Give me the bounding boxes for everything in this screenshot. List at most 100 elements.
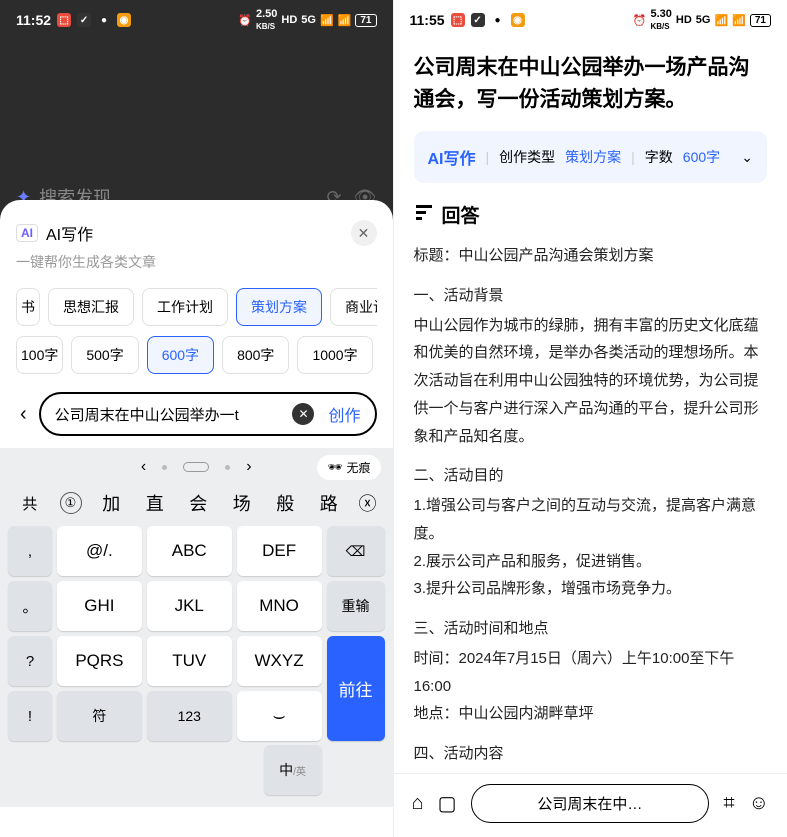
candidate-delete[interactable]: ⓧ — [351, 490, 385, 516]
app-icon-1: ⬚ — [57, 13, 71, 27]
type-chip[interactable]: 商业计划 — [330, 288, 377, 326]
type-chip[interactable]: 书 — [16, 288, 40, 326]
alarm-icon: ⏰ — [633, 14, 647, 27]
candidate[interactable]: 直 — [133, 490, 177, 516]
create-button[interactable]: 创作 — [320, 402, 368, 426]
prompt-text: 公司周末在中山公园举办一t — [55, 404, 287, 425]
kb-key[interactable]: GHI — [57, 581, 142, 631]
app-icon-2: ✓ — [77, 13, 91, 27]
kb-key[interactable]: JKL — [147, 581, 232, 631]
kb-dot — [225, 465, 230, 470]
candidate[interactable]: ① — [60, 492, 82, 514]
kb-left-icon[interactable]: ‹ — [141, 458, 146, 476]
card-type-value: 策划方案 — [565, 147, 621, 167]
kb-dot — [162, 465, 167, 470]
home-icon[interactable]: ⌂ — [412, 792, 424, 815]
card-type-label: 创作类型 — [499, 147, 555, 167]
candidate[interactable]: 加 — [90, 490, 134, 516]
kb-side-question[interactable]: ? — [8, 636, 52, 686]
kb-lang[interactable]: 中/英 — [264, 745, 322, 795]
status-bar: 11:55 ⬚ ✓ ● ◉ ⏰ 5.30KB/S HD 5G 📶 📶 71 — [394, 0, 787, 40]
incognito-toggle[interactable]: 🕶 无痕 — [317, 455, 380, 480]
result-content: 公司周末在中山公园举办一场产品沟通会，写一份活动策划方案。 AI写作 | 创作类… — [394, 40, 787, 837]
ai-card[interactable]: AI写作 | 创作类型 策划方案 | 字数 600字 ⌄ — [414, 131, 768, 183]
ai-logo: AI写作 — [428, 145, 476, 169]
chevron-down-icon[interactable]: ⌄ — [741, 149, 753, 166]
status-bar: 11:52 ⬚ ✓ ● ◉ ⏰ 2.50KB/S HD 5G 📶 📶 71 — [0, 0, 393, 40]
card-words-value: 600字 — [683, 147, 720, 167]
sheet-title: AI写作 — [46, 221, 93, 245]
signal-label: 5G — [301, 14, 316, 26]
word-chip-row: 100字 500字 600字 800字 1000字 — [16, 336, 377, 374]
candidate-row: 共 ① 加 直 会 场 般 路 ⓧ — [4, 484, 389, 522]
battery: 71 — [355, 14, 376, 27]
kb-key[interactable]: WXYZ — [237, 636, 322, 686]
signal-icon: 📶 — [320, 14, 334, 27]
kb-key[interactable]: TUV — [147, 636, 232, 686]
phone-left: 11:52 ⬚ ✓ ● ◉ ⏰ 2.50KB/S HD 5G 📶 📶 71 ✦ … — [0, 0, 394, 837]
hd-icon: HD — [281, 14, 297, 26]
status-time: 11:52 — [16, 12, 51, 28]
card-words-label: 字数 — [645, 147, 673, 167]
kb-key[interactable]: PQRS — [57, 636, 142, 686]
back-icon[interactable]: ‹ — [16, 403, 31, 426]
nav-search-pill[interactable]: 公司周末在中… — [471, 784, 710, 823]
type-chip[interactable]: 策划方案 — [236, 288, 322, 326]
candidate[interactable]: 会 — [177, 490, 221, 516]
app-icon-1: ⬚ — [451, 13, 465, 27]
kb-go-button[interactable]: 前往 — [327, 636, 385, 741]
mask-icon: 🕶 — [327, 460, 342, 474]
ai-writing-sheet: AI AI写作 ✕ 一键帮你生成各类文章 书 思想汇报 工作计划 策划方案 商业… — [0, 200, 393, 448]
kb-side-period[interactable]: 。 — [8, 581, 52, 631]
kb-numbers[interactable]: 123 — [147, 691, 232, 741]
app-icon-4: ◉ — [117, 13, 131, 27]
kb-key[interactable]: @/. — [57, 526, 142, 576]
apps-icon[interactable]: ⌗ — [723, 792, 734, 815]
kb-key[interactable]: MNO — [237, 581, 322, 631]
signal-label: 5G — [696, 14, 711, 26]
word-chip[interactable]: 500字 — [71, 336, 138, 374]
answer-body: 标题：中山公园产品沟通会策划方案 一、活动背景 中山公园作为城市的绿肺，拥有丰富… — [414, 242, 768, 837]
answer-icon — [414, 202, 434, 228]
kb-backspace[interactable]: ⌫ — [327, 526, 385, 576]
kb-side-comma[interactable]: , — [8, 526, 52, 576]
clear-icon[interactable]: ✕ — [292, 403, 314, 425]
kb-right-icon[interactable]: › — [246, 458, 251, 476]
kb-space[interactable]: ⌣ — [237, 691, 322, 741]
word-chip[interactable]: 600字 — [147, 336, 214, 374]
ghost-icon[interactable]: ☺ — [749, 792, 769, 815]
keyboard: ‹ › 🕶 无痕 共 ① 加 直 会 场 般 路 ⓧ , @/. — [0, 448, 393, 807]
kb-symbol[interactable]: 符 — [57, 691, 142, 741]
dark-backdrop: ✦ 搜索发现 ⟳ 👁 — [0, 40, 393, 220]
kb-side-exclaim[interactable]: ! — [8, 691, 52, 741]
candidate[interactable]: 共 — [8, 493, 52, 514]
type-chip[interactable]: 工作计划 — [142, 288, 228, 326]
candidate[interactable]: 路 — [307, 490, 351, 516]
candidate[interactable]: 般 — [264, 490, 308, 516]
app-icon-3: ● — [97, 13, 111, 27]
bottom-nav: ⌂ ▢ 公司周末在中… ⌗ ☺ — [394, 773, 787, 837]
kb-key[interactable]: ABC — [147, 526, 232, 576]
kb-pill[interactable] — [183, 462, 209, 472]
kb-key[interactable]: DEF — [237, 526, 322, 576]
phone-right: 11:55 ⬚ ✓ ● ◉ ⏰ 5.30KB/S HD 5G 📶 📶 71 公司… — [394, 0, 787, 837]
answer-heading: 回答 — [414, 201, 768, 228]
app-icon-3: ● — [491, 13, 505, 27]
input-bar: ‹ 公司周末在中山公园举办一t ✕ 创作 — [16, 392, 377, 436]
app-icon-4: ◉ — [511, 13, 525, 27]
tabs-icon[interactable]: ▢ — [438, 791, 457, 816]
word-chip[interactable]: 100字 — [16, 336, 63, 374]
candidate[interactable]: 场 — [220, 490, 264, 516]
query-title: 公司周末在中山公园举办一场产品沟通会，写一份活动策划方案。 — [414, 52, 768, 115]
kb-reinput[interactable]: 重输 — [327, 581, 385, 631]
prompt-input[interactable]: 公司周末在中山公园举办一t ✕ 创作 — [39, 392, 377, 436]
wifi-icon: 📶 — [338, 14, 352, 27]
type-chip-row: 书 思想汇报 工作计划 策划方案 商业计划 — [16, 288, 377, 326]
type-chip[interactable]: 思想汇报 — [48, 288, 134, 326]
close-icon[interactable]: ✕ — [351, 220, 377, 246]
word-chip[interactable]: 800字 — [222, 336, 289, 374]
app-icon-2: ✓ — [471, 13, 485, 27]
word-chip[interactable]: 1000字 — [297, 336, 372, 374]
signal-icon: 📶 — [714, 14, 728, 27]
status-time: 11:55 — [410, 12, 445, 28]
